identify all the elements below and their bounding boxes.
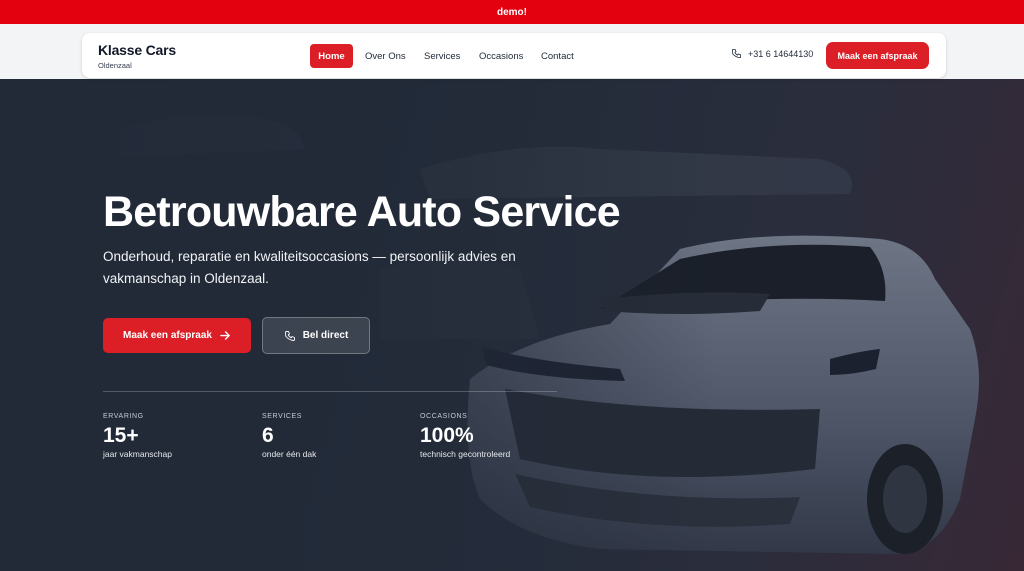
stat-label: OCCASIONS — [420, 413, 468, 420]
nav-services[interactable]: Services — [424, 44, 460, 68]
stat-experience: ERVARING 15+ jaar vakmanschap — [103, 413, 172, 459]
stat-occasions: OCCASIONS 100% technisch gecontroleerd — [420, 413, 510, 459]
call-direct-label: Bel direct — [302, 330, 349, 341]
stat-description: technisch gecontroleerd — [420, 449, 511, 459]
book-appointment-label: Maak een afspraak — [123, 330, 212, 341]
nav-over-ons[interactable]: Over Ons — [365, 44, 406, 68]
stat-label: ERVARING — [103, 413, 144, 420]
phone-icon — [284, 330, 295, 341]
stat-description: jaar vakmanschap — [103, 449, 172, 459]
arrow-right-icon — [220, 331, 230, 340]
book-appointment-button[interactable]: Maak een afspraak — [103, 318, 251, 353]
hero-divider — [103, 391, 557, 392]
call-direct-button[interactable]: Bel direct — [262, 317, 370, 354]
header-phone-link[interactable]: +31 6 14644130 — [731, 48, 813, 59]
nav-home[interactable]: Home — [310, 44, 353, 68]
hero-subtitle: Onderhoud, reparatie en kwaliteitsoccasi… — [103, 249, 516, 286]
brand-name[interactable]: Klasse Cars — [98, 42, 176, 58]
nav-occasions[interactable]: Occasions — [479, 44, 523, 68]
stat-value: 100% — [420, 424, 474, 447]
hero-section: Betrouwbare Auto Service Onderhoud, repa… — [0, 79, 1024, 571]
stat-label: SERVICES — [262, 413, 303, 420]
demo-banner: demo! — [0, 0, 1024, 24]
stat-value: 6 — [262, 424, 274, 447]
navbar: Klasse Cars Oldenzaal Home Over Ons Serv… — [82, 33, 946, 78]
phone-icon — [731, 48, 742, 59]
stat-value: 15+ — [103, 424, 139, 447]
stat-description: onder één dak — [262, 449, 317, 459]
stat-services: SERVICES 6 onder één dak — [262, 413, 316, 459]
nav-contact[interactable]: Contact — [541, 44, 574, 68]
hero-title: Betrouwbare Auto Service — [103, 188, 621, 236]
header-appointment-button[interactable]: Maak een afspraak — [826, 42, 929, 69]
header-phone-number: +31 6 14644130 — [748, 48, 814, 59]
brand-location: Oldenzaal — [98, 61, 132, 70]
